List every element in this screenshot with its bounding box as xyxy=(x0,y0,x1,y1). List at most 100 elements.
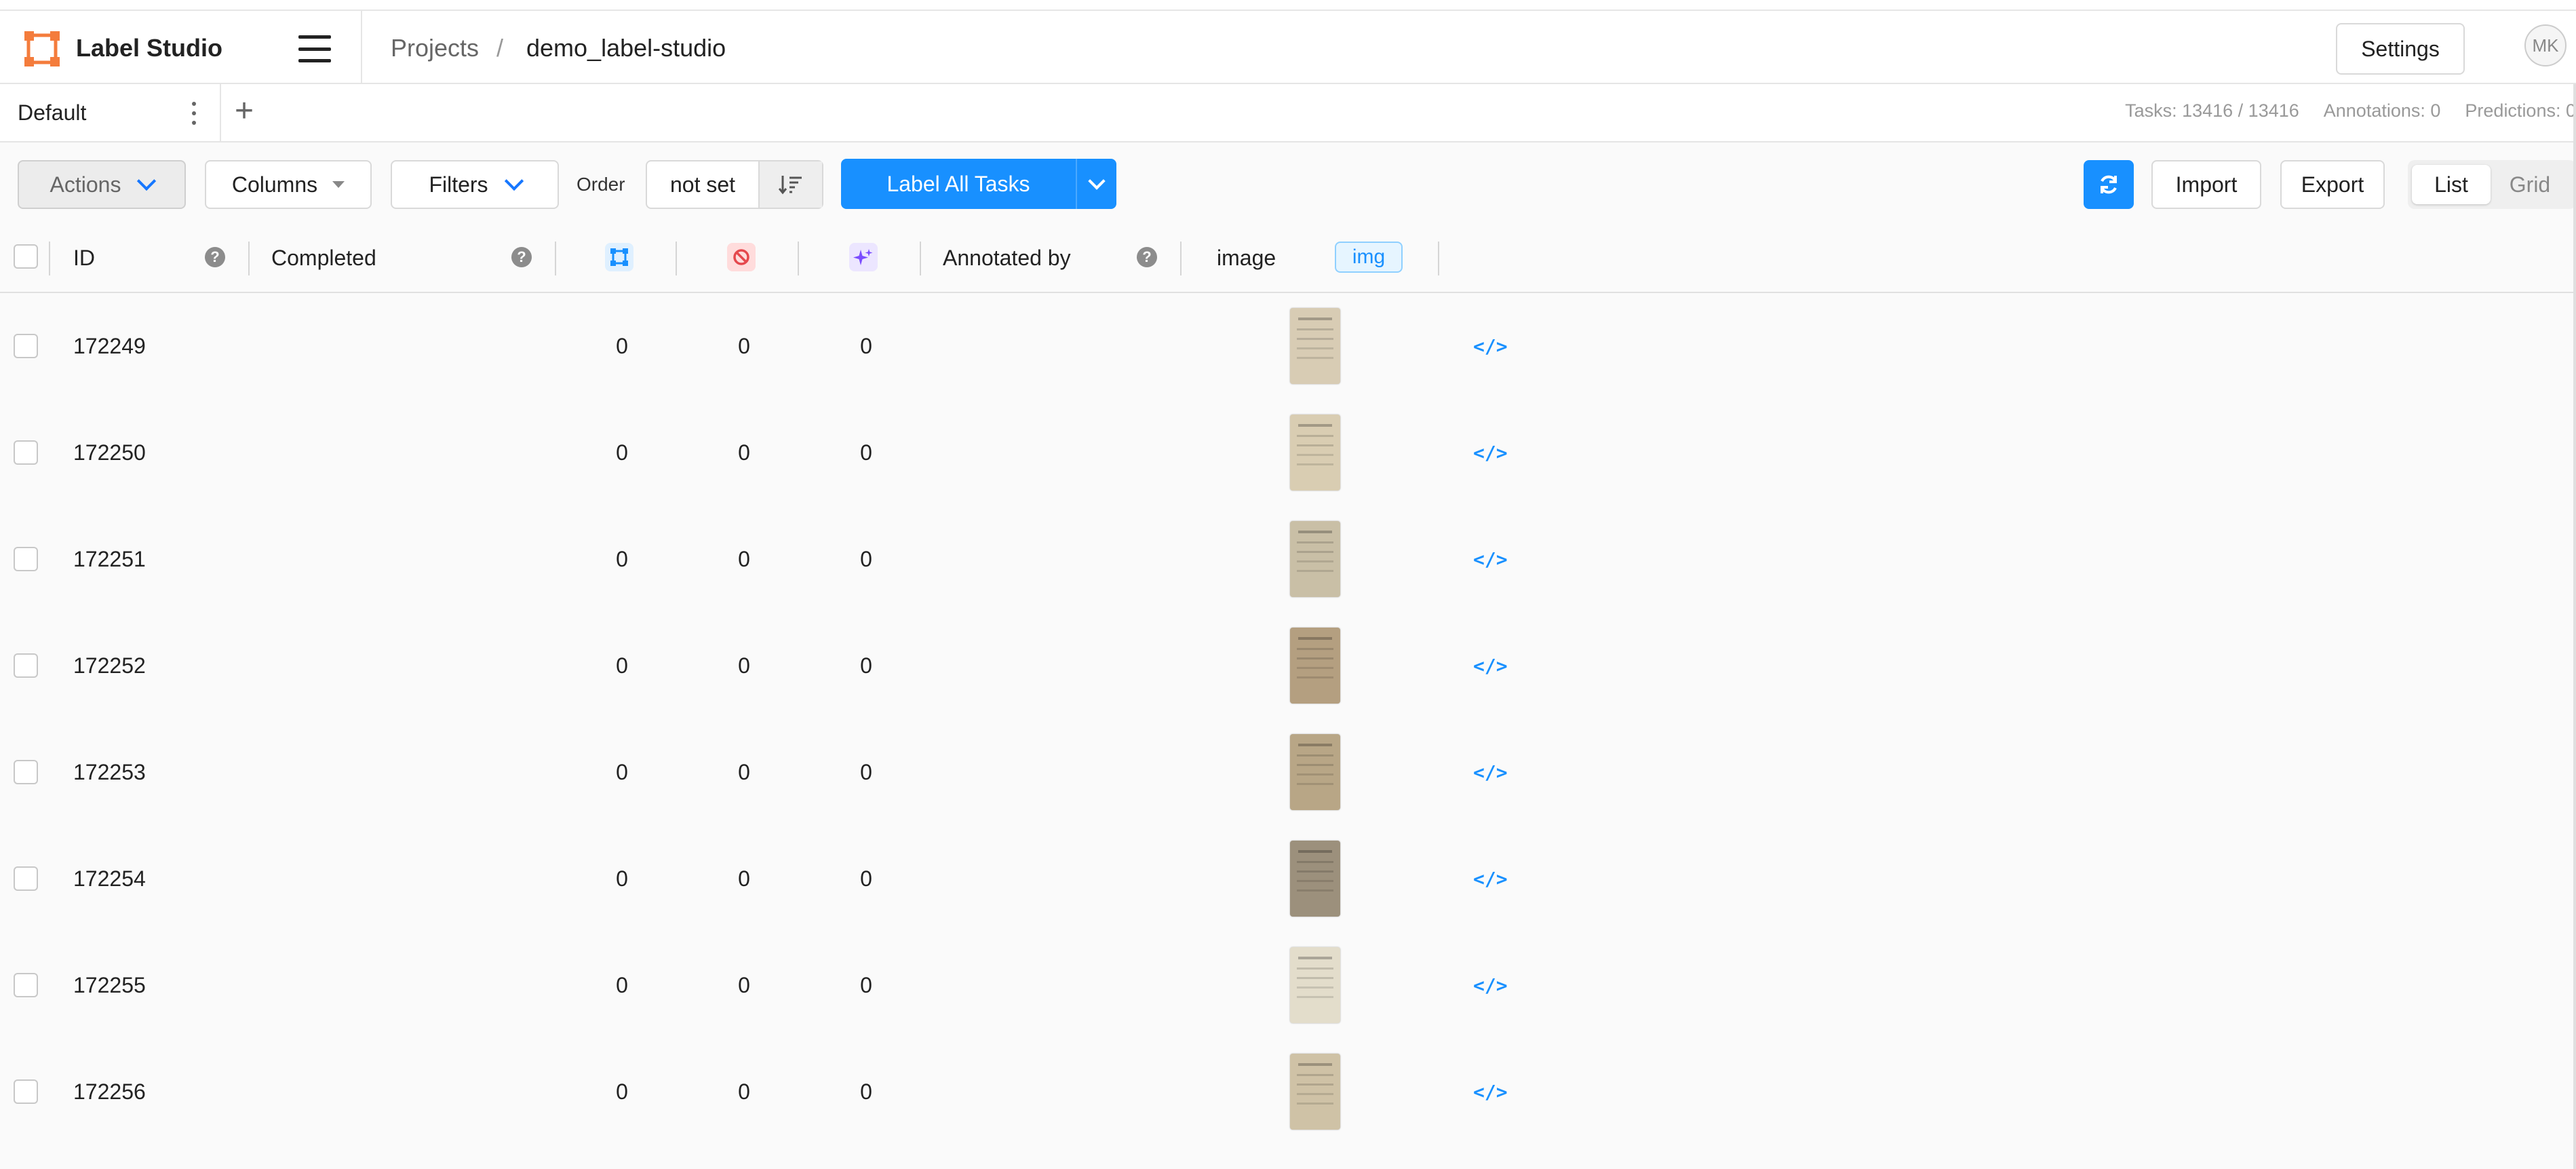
help-icon[interactable]: ? xyxy=(205,247,225,267)
row-checkbox[interactable] xyxy=(14,653,38,678)
table-row[interactable]: 172254 0 0 0 </> xyxy=(0,826,2576,932)
label-studio-logo-icon[interactable] xyxy=(24,31,60,66)
sort-direction-icon[interactable] xyxy=(760,161,822,208)
annotations-count-cell: 0 xyxy=(616,1079,628,1104)
export-button[interactable]: Export xyxy=(2280,160,2385,209)
chevron-down-icon xyxy=(504,171,524,191)
add-tab-icon[interactable]: + xyxy=(235,95,254,128)
column-separator xyxy=(798,242,799,275)
brand-name: Label Studio xyxy=(76,34,222,62)
label-all-tasks-button[interactable]: Label All Tasks xyxy=(841,159,1116,209)
column-header-annotated-by[interactable]: Annotated by xyxy=(943,246,1071,271)
annotations-count-cell: 0 xyxy=(616,334,628,358)
columns-button[interactable]: Columns xyxy=(205,160,372,209)
actions-button[interactable]: Actions xyxy=(18,160,186,209)
column-separator xyxy=(248,242,250,275)
scrollbar-track[interactable] xyxy=(2573,84,2576,1169)
row-checkbox[interactable] xyxy=(14,973,38,997)
predictions-count-icon[interactable] xyxy=(849,243,878,271)
settings-button[interactable]: Settings xyxy=(2336,23,2465,75)
column-separator xyxy=(1438,242,1439,275)
tasks-count: Tasks: 13416 / 13416 xyxy=(2125,100,2299,121)
tab-default[interactable]: Default xyxy=(0,84,221,141)
column-header-image[interactable]: image xyxy=(1217,246,1276,271)
row-checkbox[interactable] xyxy=(14,334,38,358)
chevron-down-icon xyxy=(137,171,157,191)
annotations-count: Annotations: 0 xyxy=(2323,100,2441,121)
code-view-icon[interactable]: </> xyxy=(1473,335,1508,358)
tab-options-icon[interactable] xyxy=(191,102,197,125)
breadcrumb-projects-link[interactable]: Projects xyxy=(391,34,479,62)
task-id: 172252 xyxy=(73,653,146,678)
order-control: not set xyxy=(646,160,823,209)
avatar[interactable]: MK xyxy=(2524,24,2567,66)
tab-default-label: Default xyxy=(18,100,87,125)
code-view-icon[interactable]: </> xyxy=(1473,442,1508,464)
code-view-icon[interactable]: </> xyxy=(1473,655,1508,677)
view-tab-bar: Default + Tasks: 13416 / 13416 Annotatio… xyxy=(0,84,2576,142)
cancelled-count-icon[interactable] xyxy=(727,243,756,271)
image-thumbnail[interactable] xyxy=(1290,308,1340,384)
cancelled-count-cell: 0 xyxy=(738,440,750,465)
image-thumbnail[interactable] xyxy=(1290,521,1340,597)
row-checkbox[interactable] xyxy=(14,760,38,784)
predictions-count: Predictions: 0 xyxy=(2465,100,2576,121)
cancelled-count-cell: 0 xyxy=(738,866,750,891)
column-header-completed[interactable]: Completed xyxy=(271,246,376,271)
table-row[interactable]: 172251 0 0 0 </> xyxy=(0,506,2576,613)
column-separator xyxy=(1180,242,1182,275)
table-row[interactable]: 172255 0 0 0 </> xyxy=(0,932,2576,1039)
cancelled-count-cell: 0 xyxy=(738,334,750,358)
task-id: 172254 xyxy=(73,866,146,891)
actions-label: Actions xyxy=(50,172,121,197)
code-view-icon[interactable]: </> xyxy=(1473,1081,1508,1103)
image-thumbnail[interactable] xyxy=(1290,734,1340,810)
image-thumbnail[interactable] xyxy=(1290,1054,1340,1130)
annotations-count-icon[interactable] xyxy=(605,243,633,271)
annotations-count-cell: 0 xyxy=(616,440,628,465)
help-icon[interactable]: ? xyxy=(511,247,532,267)
predictions-count-cell: 0 xyxy=(860,1079,872,1104)
filters-label: Filters xyxy=(429,172,488,197)
code-view-icon[interactable]: </> xyxy=(1473,548,1508,571)
menu-icon[interactable] xyxy=(298,35,331,62)
table-row[interactable]: 172250 0 0 0 </> xyxy=(0,400,2576,506)
view-grid-option[interactable]: Grid xyxy=(2491,165,2569,204)
task-stats: Tasks: 13416 / 13416 Annotations: 0 Pred… xyxy=(2125,100,2576,121)
annotations-count-cell: 0 xyxy=(616,973,628,997)
caret-down-icon xyxy=(332,181,345,188)
table-row[interactable]: 172252 0 0 0 </> xyxy=(0,613,2576,719)
image-thumbnail[interactable] xyxy=(1290,415,1340,491)
breadcrumb-current-project: demo_label-studio xyxy=(526,34,726,62)
row-checkbox[interactable] xyxy=(14,1079,38,1104)
column-header-id[interactable]: ID xyxy=(73,246,95,271)
row-checkbox[interactable] xyxy=(14,547,38,571)
annotations-count-cell: 0 xyxy=(616,866,628,891)
refresh-icon[interactable] xyxy=(2084,160,2134,209)
label-all-dropdown-toggle[interactable] xyxy=(1076,159,1116,209)
annotations-count-cell: 0 xyxy=(616,547,628,571)
view-mode-toggle: List Grid xyxy=(2408,160,2576,209)
image-thumbnail[interactable] xyxy=(1290,628,1340,704)
view-list-option[interactable]: List xyxy=(2412,165,2491,204)
order-select[interactable]: not set xyxy=(647,161,760,208)
breadcrumb-separator: / xyxy=(496,34,504,62)
predictions-count-cell: 0 xyxy=(860,334,872,358)
table-row[interactable]: 172256 0 0 0 </> xyxy=(0,1039,2576,1145)
table-row[interactable]: 172249 0 0 0 </> xyxy=(0,293,2576,400)
import-button[interactable]: Import xyxy=(2151,160,2261,209)
row-checkbox[interactable] xyxy=(14,866,38,891)
code-view-icon[interactable]: </> xyxy=(1473,974,1508,997)
table-row[interactable]: 172253 0 0 0 </> xyxy=(0,719,2576,826)
code-view-icon[interactable]: </> xyxy=(1473,761,1508,784)
columns-label: Columns xyxy=(231,172,318,197)
help-icon[interactable]: ? xyxy=(1137,247,1157,267)
select-all-checkbox[interactable] xyxy=(14,244,38,269)
task-id: 172255 xyxy=(73,973,146,997)
predictions-count-cell: 0 xyxy=(860,973,872,997)
image-thumbnail[interactable] xyxy=(1290,841,1340,917)
image-thumbnail[interactable] xyxy=(1290,947,1340,1023)
filters-button[interactable]: Filters xyxy=(391,160,559,209)
code-view-icon[interactable]: </> xyxy=(1473,868,1508,890)
row-checkbox[interactable] xyxy=(14,440,38,465)
